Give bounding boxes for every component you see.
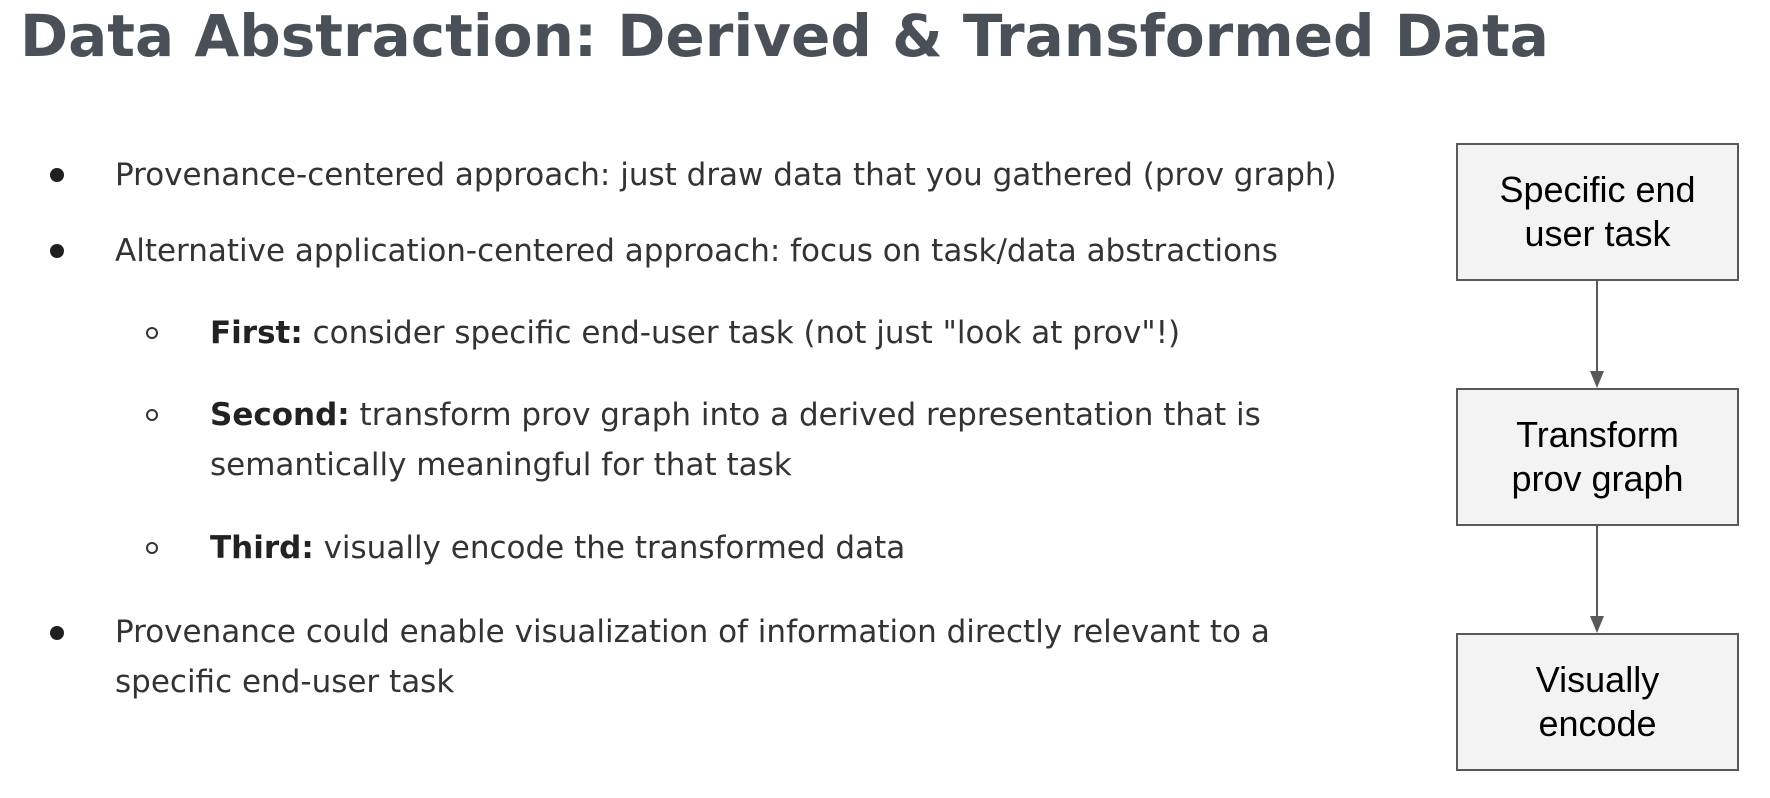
sub-bullet-text: semantically meaningful for that task [210, 447, 792, 483]
bullet-dot-icon [50, 244, 64, 258]
bullet-provenance-enable: Provenance could enable visualization of… [115, 607, 1270, 657]
step-label: Second: [210, 397, 350, 433]
sub-bullet-circle-icon [146, 409, 158, 421]
sub-bullet-second: Second: transform prov graph into a deri… [210, 390, 1261, 440]
flow-box-specific-task: Specific end user task [1456, 143, 1739, 281]
sub-bullet-circle-icon [146, 542, 158, 554]
sub-bullet-text: visually encode the transformed data [313, 530, 906, 566]
sub-bullet-text: consider specific end-user task (not jus… [302, 315, 1181, 351]
sub-bullet-circle-icon [146, 327, 158, 339]
bullet-provenance-centered: Provenance-centered approach: just draw … [115, 150, 1337, 200]
step-label: First: [210, 315, 303, 351]
flow-arrow-1-head [1590, 371, 1604, 388]
bullet-dot-icon [50, 168, 64, 182]
sub-bullet-first: First: consider specific end-user task (… [210, 308, 1180, 358]
flow-box-visually-encode: Visually encode [1456, 633, 1739, 771]
flow-arrow-2-head [1590, 616, 1604, 633]
step-label: Third: [210, 530, 314, 566]
bullet-text: specific end-user task [115, 664, 455, 700]
sub-bullet-second-continuation: semantically meaningful for that task [210, 440, 792, 490]
slide-title: Data Abstraction: Derived & Transformed … [20, 2, 1549, 70]
sub-bullet-third: Third: visually encode the transformed d… [210, 523, 905, 573]
sub-bullet-text: transform prov graph into a derived repr… [349, 397, 1261, 433]
bullet-text: Alternative application-centered approac… [115, 233, 1278, 269]
bullet-application-centered: Alternative application-centered approac… [115, 226, 1278, 276]
bullet-text: Provenance-centered approach: just draw … [115, 157, 1337, 193]
bullet-text: Provenance could enable visualization of… [115, 614, 1270, 650]
bullet-provenance-enable-continuation: specific end-user task [115, 657, 454, 707]
bullet-dot-icon [50, 626, 64, 640]
flow-box-transform: Transform prov graph [1456, 388, 1739, 526]
